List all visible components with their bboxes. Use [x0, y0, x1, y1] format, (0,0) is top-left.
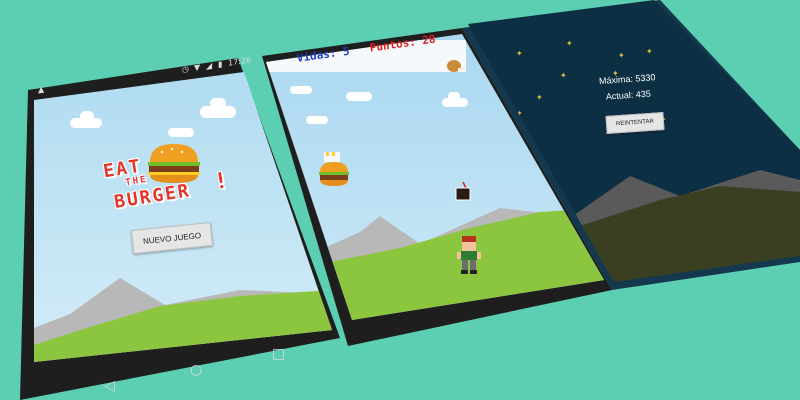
score-panel: Máxima: 5330 Actual: 435	[572, 70, 685, 118]
retry-button-label: REINTENTAR	[615, 118, 655, 128]
max-score-value: 5330	[635, 72, 656, 84]
current-score-row: Actual: 435	[573, 86, 683, 104]
current-score-value: 435	[635, 88, 652, 100]
max-score-label: Máxima:	[598, 73, 634, 87]
current-score-label: Actual:	[605, 89, 634, 102]
gameover-screen-phone: ✦ ✦ ✦ ✦ ✦ ✦ ✦ ✦ ✦ Máxima: 5330 Actual: 4…	[0, 0, 800, 400]
